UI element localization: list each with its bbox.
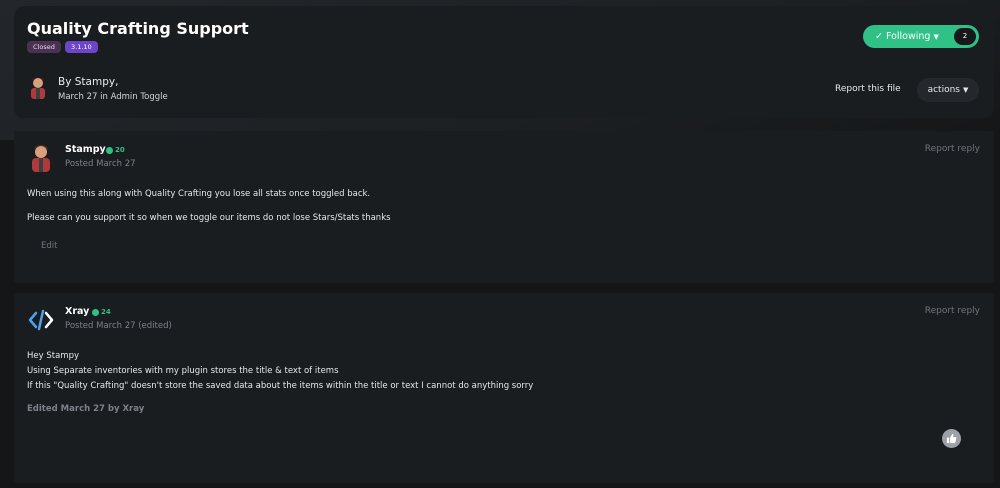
actions-button[interactable]: actions ▼ [917,78,979,102]
post-body-line: If this "Quality Crafting" doesn't store… [27,381,534,391]
version-badge: 3.1.10 [65,41,98,53]
follower-count[interactable]: 2 [954,28,976,45]
thumbs-up-icon [946,433,957,444]
author-by-line[interactable]: By Stampy, [58,76,118,88]
file-header: Quality Crafting Support Closed 3.1.10 ✓… [14,6,994,118]
post-body-line: Please can you support it so when we tog… [27,213,391,223]
post-body-line: Using Separate inventories with my plugi… [27,366,339,376]
post-author-name[interactable]: Xray [65,306,89,317]
stampy-avatar[interactable] [27,75,49,101]
status-badge-closed: Closed [27,41,61,53]
file-date-category: March 27 in Admin Toggle [58,92,168,102]
post-date: Posted March 27 [65,159,136,169]
check-icon: ✓ [875,31,883,42]
post-author-name[interactable]: Stampy [65,144,106,155]
report-file-link[interactable]: Report this file [835,84,901,94]
post-body-line: Hey Stampy [27,351,79,361]
plus-circle-icon [92,308,99,316]
comment-post: Stampy 20 Posted March 27 Report reply W… [14,131,994,283]
plus-circle-icon [106,146,113,154]
code-brackets-icon[interactable] [27,305,55,335]
actions-label: actions [927,85,960,95]
following-label: Following [885,31,931,42]
caret-down-icon: ▼ [933,32,939,41]
edit-link[interactable]: Edit [41,241,57,251]
reputation-count: 20 [115,146,125,154]
report-reply-link[interactable]: Report reply [925,306,980,316]
post-body-line: When using this along with Quality Craft… [27,189,371,199]
following-button[interactable]: ✓ Following ▼ 2 [863,25,979,48]
like-button[interactable] [942,429,961,448]
reputation-badge: 20 [106,146,125,154]
post-date: Posted March 27 (edited) [65,321,172,331]
stampy-avatar[interactable] [27,143,55,173]
reputation-count: 24 [101,308,111,316]
reputation-badge: 24 [92,308,111,316]
report-reply-link[interactable]: Report reply [925,144,980,154]
caret-down-icon: ▼ [963,86,969,94]
page-title: Quality Crafting Support [27,19,249,38]
edited-note: Edited March 27 by Xray [27,404,145,414]
comment-post: Xray 24 Posted March 27 (edited) Report … [14,293,994,483]
